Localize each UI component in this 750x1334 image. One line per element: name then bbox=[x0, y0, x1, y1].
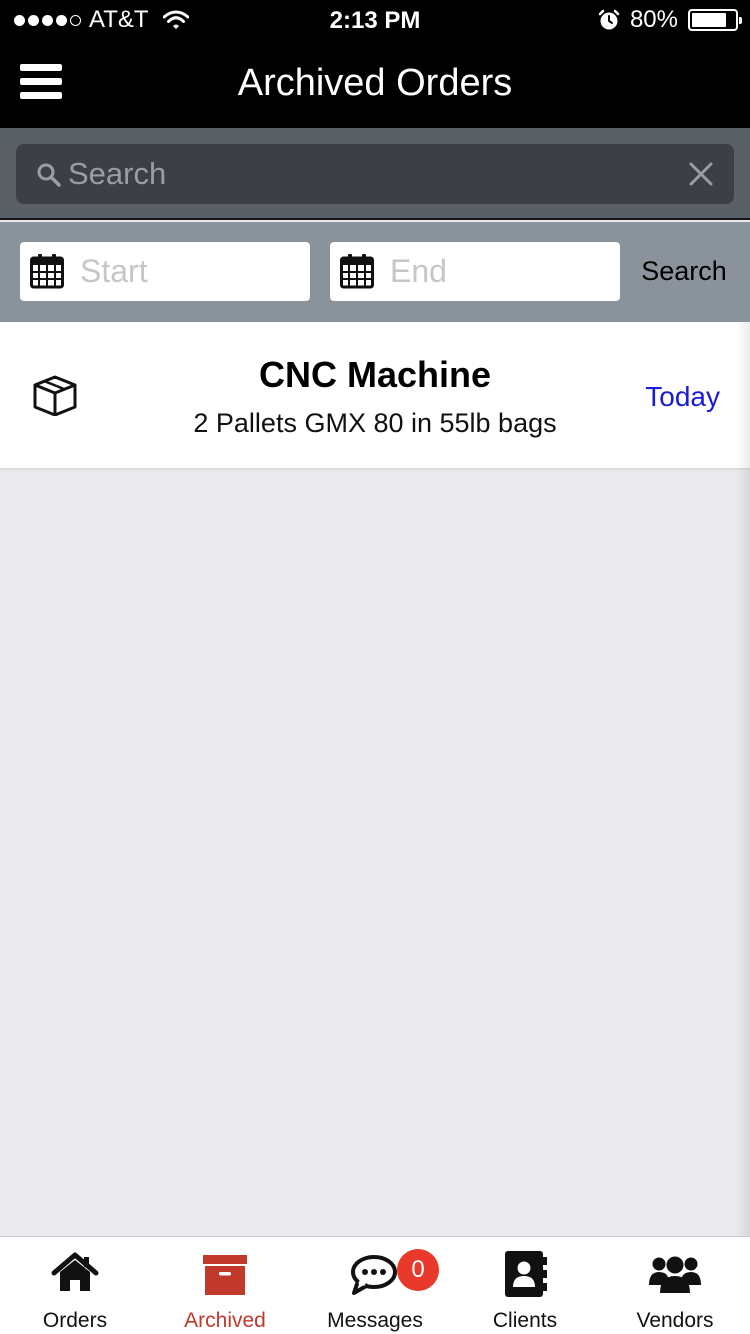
tab-archived[interactable]: Archived bbox=[150, 1237, 300, 1334]
search-input[interactable] bbox=[68, 144, 668, 204]
signal-dot bbox=[56, 14, 67, 26]
status-left: AT&T bbox=[14, 6, 189, 34]
order-date: Today bbox=[645, 381, 720, 412]
battery-tip bbox=[739, 17, 742, 24]
home-icon bbox=[51, 1252, 99, 1291]
search-box[interactable] bbox=[16, 144, 734, 204]
tab-label: Messages bbox=[327, 1309, 423, 1332]
start-date-field[interactable] bbox=[20, 242, 310, 301]
signal-dot bbox=[70, 14, 81, 26]
calendar-icon bbox=[340, 254, 374, 289]
signal-dot bbox=[14, 14, 25, 26]
tab-orders[interactable]: Orders bbox=[0, 1237, 150, 1334]
carrier-name: AT&T bbox=[89, 6, 149, 33]
tab-label: Vendors bbox=[636, 1309, 714, 1332]
signal-strength-icon bbox=[14, 14, 81, 26]
list-item[interactable]: CNC Machine 2 Pallets GMX 80 in 55lb bag… bbox=[0, 322, 750, 470]
order-description: 2 Pallets GMX 80 in 55lb bags bbox=[193, 408, 557, 438]
end-date-input[interactable] bbox=[390, 242, 610, 301]
tab-label: Archived bbox=[184, 1309, 266, 1332]
tab-messages[interactable]: 0 Messages bbox=[300, 1237, 450, 1334]
date-filter-bar: Search bbox=[0, 222, 750, 322]
calendar-icon bbox=[30, 254, 64, 289]
tab-vendors[interactable]: Vendors bbox=[600, 1237, 750, 1334]
alarm-icon bbox=[598, 9, 620, 30]
signal-dot bbox=[28, 14, 39, 26]
nav-bar: Archived Orders bbox=[0, 40, 750, 128]
tab-label: Clients bbox=[492, 1309, 558, 1332]
clear-search-icon[interactable] bbox=[688, 161, 714, 187]
wifi-icon bbox=[162, 10, 189, 29]
search-bar-container bbox=[0, 128, 750, 220]
end-date-field[interactable] bbox=[330, 242, 620, 301]
contacts-icon bbox=[505, 1251, 547, 1297]
tab-label: Orders bbox=[42, 1309, 108, 1332]
archive-icon bbox=[203, 1255, 247, 1295]
hamburger-menu-icon[interactable] bbox=[20, 64, 62, 100]
order-title: CNC Machine bbox=[258, 354, 492, 395]
page-title: Archived Orders bbox=[237, 62, 513, 104]
chat-icon bbox=[351, 1255, 397, 1295]
status-bar: AT&T 2:13 PM 80% bbox=[0, 0, 750, 40]
status-right: 80% bbox=[598, 6, 742, 34]
battery-fill bbox=[692, 13, 726, 27]
tab-clients[interactable]: Clients bbox=[450, 1237, 600, 1334]
start-date-input[interactable] bbox=[80, 242, 300, 301]
search-icon bbox=[37, 163, 61, 187]
unread-badge: 0 bbox=[397, 1249, 439, 1291]
battery-icon bbox=[688, 9, 742, 31]
tab-bar: Orders Archived 0 Messages Clients Vendo… bbox=[0, 1236, 750, 1334]
signal-dot bbox=[42, 14, 53, 26]
date-search-button[interactable]: Search bbox=[628, 242, 740, 301]
battery-percent: 80% bbox=[629, 6, 678, 33]
users-icon bbox=[649, 1256, 701, 1293]
